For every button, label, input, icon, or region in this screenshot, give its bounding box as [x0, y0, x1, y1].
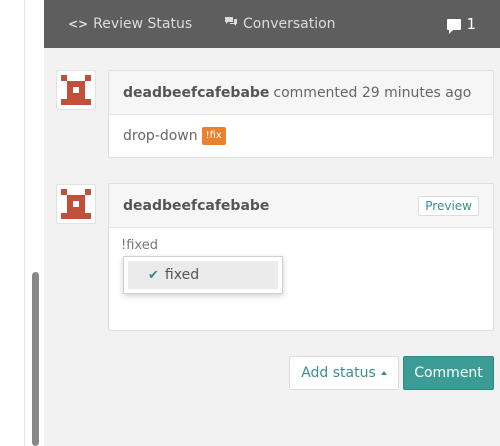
reply-author[interactable]: deadbeefcafebabe — [123, 198, 269, 214]
reply-textarea[interactable]: !fixed ✔ fixed — [109, 228, 493, 330]
comment-button-label: Comment — [414, 365, 483, 381]
comment-card: deadbeefcafebabe commented 29 minutes ag… — [108, 70, 494, 158]
comments-icon — [224, 0, 238, 49]
comment-author[interactable]: deadbeefcafebabe — [123, 85, 269, 101]
panel-header: <> Review Status Conversation 1 — [44, 0, 500, 48]
comment-bubble-icon — [447, 18, 462, 34]
autocomplete-dropdown: ✔ fixed — [123, 256, 283, 294]
reply-card: deadbeefcafebabe Preview !fixed ✔ fixed — [108, 183, 494, 331]
scrollbar-thumb[interactable] — [32, 272, 39, 446]
tab-conversation-label: Conversation — [243, 16, 336, 32]
comment-count[interactable]: 1 — [447, 0, 476, 48]
comment-body: drop-down !fix — [109, 115, 493, 157]
tab-review-status[interactable]: <> Review Status — [68, 0, 192, 48]
tab-conversation[interactable]: Conversation — [224, 0, 336, 48]
reply-header: deadbeefcafebabe Preview — [109, 184, 493, 228]
divider-line — [24, 0, 25, 446]
autocomplete-item-label: fixed — [164, 267, 200, 283]
comment-header: deadbeefcafebabe commented 29 minutes ag… — [109, 71, 493, 115]
autocomplete-item-fixed[interactable]: ✔ fixed — [128, 261, 278, 289]
code-icon: <> — [68, 17, 89, 31]
comment-button[interactable]: Comment — [403, 356, 494, 390]
caret-up-icon — [380, 371, 387, 375]
tab-review-status-label: Review Status — [93, 16, 193, 32]
comment-timestamp: commented 29 minutes ago — [273, 84, 472, 101]
add-status-button[interactable]: Add status — [289, 356, 399, 390]
preview-button[interactable]: Preview — [418, 195, 479, 216]
check-icon: ✔ — [148, 267, 159, 283]
avatar[interactable] — [56, 184, 96, 224]
reply-text: !fixed — [121, 238, 158, 253]
avatar[interactable] — [56, 70, 96, 110]
add-status-label: Add status — [301, 365, 376, 381]
comment-count-value: 1 — [466, 15, 476, 33]
comment-text: drop-down — [123, 128, 198, 144]
status-badge: !fix — [201, 127, 226, 145]
conversation-panel: <> Review Status Conversation 1 deadbeef… — [44, 0, 500, 446]
